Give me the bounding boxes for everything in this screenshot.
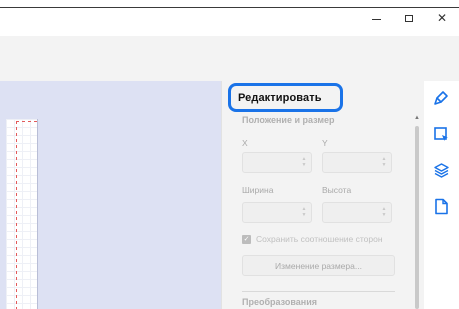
minimize-button[interactable] bbox=[366, 10, 386, 26]
canvas-area[interactable] bbox=[0, 81, 221, 309]
selection-icon[interactable] bbox=[432, 125, 450, 143]
maximize-icon bbox=[405, 14, 413, 22]
side-rail bbox=[424, 81, 459, 309]
spinner-arrows-icon[interactable]: ▲ ▼ bbox=[301, 156, 307, 168]
toolbar bbox=[0, 36, 459, 81]
height-label: Высота bbox=[322, 185, 352, 195]
artboard-margin-guide-top bbox=[16, 121, 38, 122]
edit-brush-icon[interactable] bbox=[432, 89, 450, 107]
spinner-arrows-icon[interactable]: ▲ ▼ bbox=[381, 156, 387, 168]
resize-button[interactable]: Изменение размера... bbox=[242, 255, 395, 276]
maximize-button[interactable] bbox=[399, 10, 419, 26]
keep-ratio-checkbox[interactable]: ✓ Сохранить соотношение сторон bbox=[242, 234, 383, 244]
transform-heading: Преобразования bbox=[242, 297, 318, 307]
position-size-heading: Положение и размер bbox=[242, 115, 335, 125]
layers-icon[interactable] bbox=[432, 161, 450, 179]
page-icon[interactable] bbox=[432, 197, 450, 215]
y-input[interactable]: ▲ ▼ bbox=[322, 152, 392, 173]
x-label: X bbox=[242, 138, 248, 148]
title-bar bbox=[0, 8, 459, 36]
scroll-up-icon[interactable]: ▲ bbox=[414, 115, 420, 121]
x-input[interactable]: ▲ ▼ bbox=[242, 152, 312, 173]
close-icon: ✕ bbox=[436, 11, 448, 25]
panel-title-highlight: Редактировать bbox=[228, 83, 343, 112]
keep-ratio-label: Сохранить соотношение сторон bbox=[256, 234, 383, 244]
y-label: Y bbox=[322, 138, 328, 148]
panel-title: Редактировать bbox=[238, 91, 322, 104]
spinner-arrows-icon[interactable]: ▲ ▼ bbox=[381, 206, 387, 218]
width-label: Ширина bbox=[242, 185, 274, 195]
panel-scrollbar[interactable] bbox=[415, 126, 419, 309]
spinner-arrows-icon[interactable]: ▲ ▼ bbox=[301, 206, 307, 218]
close-button[interactable]: ✕ bbox=[432, 10, 452, 26]
edit-panel: Редактировать Положение и размер X Y ▲ ▼ … bbox=[221, 81, 424, 309]
artboard-margin-guide-left bbox=[16, 121, 17, 309]
section-divider bbox=[242, 291, 395, 292]
checkbox-check-icon: ✓ bbox=[242, 234, 251, 244]
minimize-icon bbox=[371, 19, 381, 20]
height-input[interactable]: ▲ ▼ bbox=[322, 202, 392, 223]
width-input[interactable]: ▲ ▼ bbox=[242, 202, 312, 223]
artboard[interactable] bbox=[6, 119, 38, 309]
